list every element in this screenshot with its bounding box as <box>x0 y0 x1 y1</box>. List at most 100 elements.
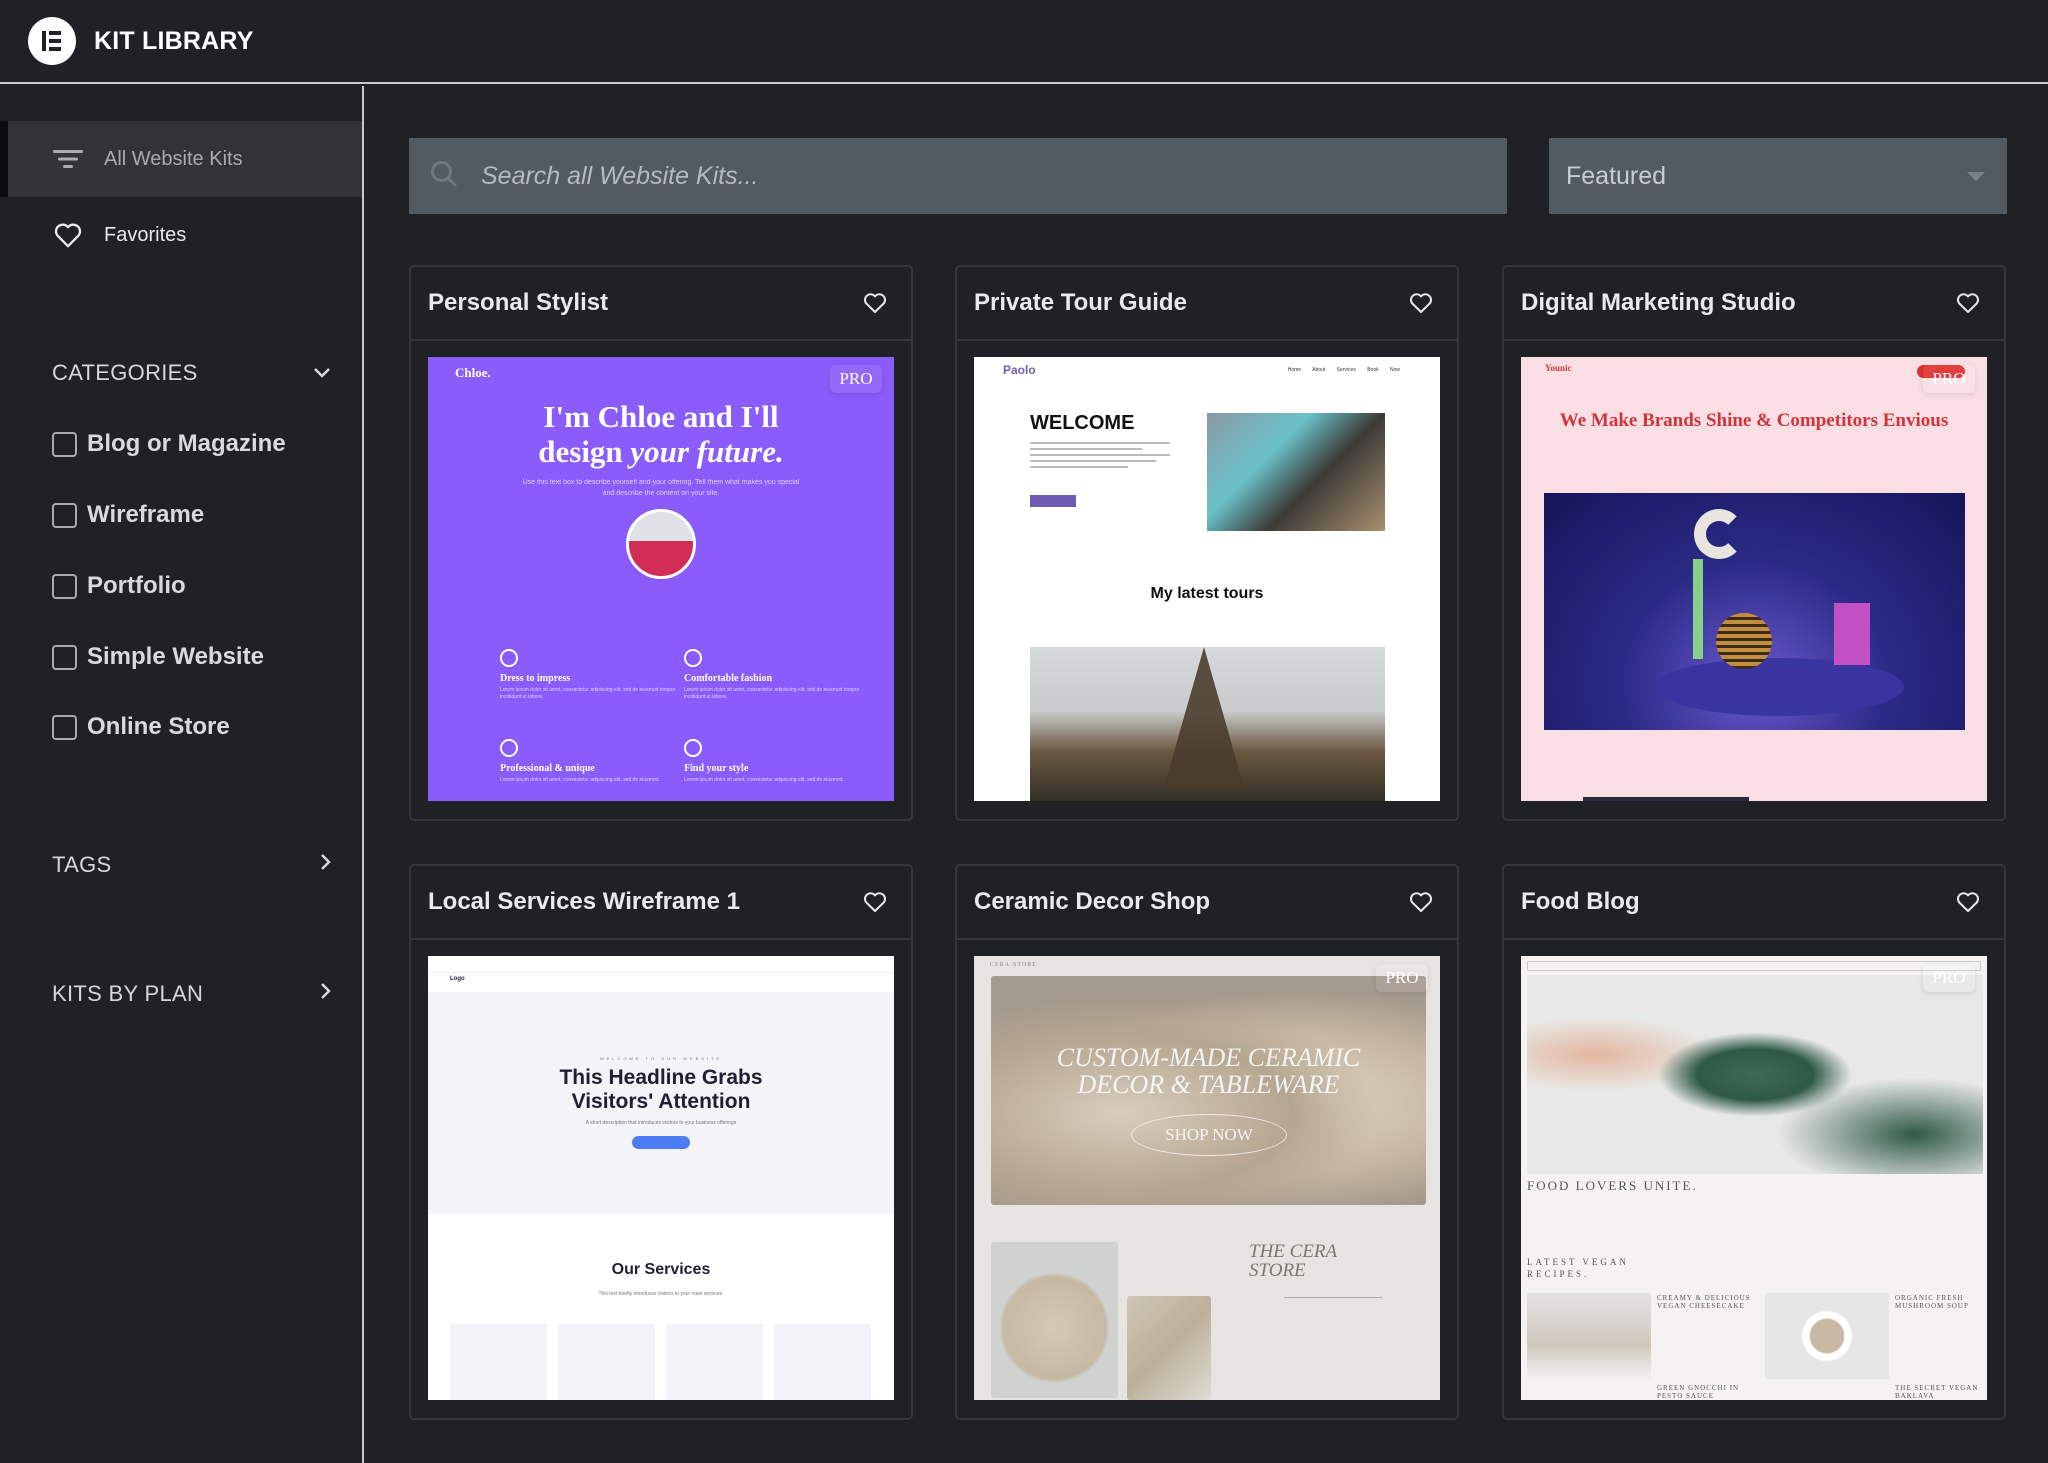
app-title: KIT LIBRARY <box>94 26 254 55</box>
preview-brand: Younic <box>1545 363 1572 373</box>
preview-headline-italic: your future. <box>630 434 784 469</box>
preview-headline-part: design <box>538 434 631 469</box>
category-wireframe[interactable]: Wireframe <box>52 501 204 529</box>
feature-title: Dress to impress <box>500 673 571 684</box>
sidebar-item-all-website-kits[interactable]: All Website Kits <box>0 121 362 197</box>
elementor-logo-icon <box>28 17 76 65</box>
favorite-heart-icon[interactable] <box>1409 891 1433 913</box>
kit-card-header: Ceramic Decor Shop <box>957 866 1457 940</box>
sort-dropdown[interactable]: Featured <box>1549 138 2007 214</box>
kit-title: Ceramic Decor Shop <box>974 888 1211 915</box>
heart-outline-icon <box>52 221 84 249</box>
preview-text-lines <box>1030 442 1170 472</box>
feature-title: Professional & unique <box>500 763 595 774</box>
preview-headline: FOOD LOVERS UNITE. <box>1527 1178 1698 1193</box>
preview-brand: CERA·STORE <box>990 962 1037 968</box>
preview-placeholder-box <box>666 1324 763 1400</box>
preview-cta: SHOP NOW <box>1131 1114 1287 1156</box>
preview-feature: Comfortable fashion Lorem ipsum dolor sit… <box>684 649 864 701</box>
favorite-heart-icon[interactable] <box>1956 292 1980 314</box>
checkbox[interactable] <box>52 644 77 670</box>
kit-card-header: Local Services Wireframe 1 <box>411 866 911 940</box>
category-label: Online Store <box>87 713 230 740</box>
kit-card[interactable]: Personal Stylist Chloe. I'm Chloe and I'… <box>409 265 913 821</box>
filter-lines-icon <box>52 145 84 173</box>
kit-title: Private Tour Guide <box>974 289 1187 316</box>
kit-card-header: Digital Marketing Studio <box>1504 267 2004 341</box>
category-label: Blog or Magazine <box>87 430 286 457</box>
favorite-heart-icon[interactable] <box>1956 891 1980 913</box>
kit-preview-image[interactable]: Paolo Home About Services Book Now WELCO… <box>974 357 1440 801</box>
preview-feature: Find your style Lorem ipsum dolor sit ame… <box>684 739 864 784</box>
search-input[interactable] <box>481 161 1381 191</box>
kit-preview-image[interactable]: Chloe. I'm Chloe and I'll design your fu… <box>428 357 894 801</box>
preview-section-title: Our Services <box>611 1261 711 1278</box>
category-portfolio[interactable]: Portfolio <box>52 572 186 600</box>
preview-button <box>1030 495 1076 507</box>
preview-kicker: WELCOME TO OUR WEBSITE <box>599 1056 723 1061</box>
search-bar <box>409 138 1507 214</box>
preview-placeholder-box <box>450 1324 547 1400</box>
pro-badge: PRO <box>1923 365 1975 393</box>
preview-photo <box>1527 1293 1651 1379</box>
preview-feature: Professional & unique Lorem ipsum dolor s… <box>500 739 680 784</box>
categories-toggle[interactable]: CATEGORIES <box>52 360 332 386</box>
preview-brand: Chloe. <box>455 365 491 380</box>
feature-title: Comfortable fashion <box>684 673 773 684</box>
sidebar-item-favorites[interactable]: Favorites <box>0 197 362 273</box>
kit-card[interactable]: Ceramic Decor Shop CERA·STORE CUSTOM-MAD… <box>955 864 1459 1420</box>
kit-card[interactable]: Local Services Wireframe 1 Logo WELCOME … <box>409 864 913 1420</box>
kit-preview-image[interactable]: CERA·STORE CUSTOM-MADE CERAMIC DECOR & T… <box>974 956 1440 1400</box>
kit-card[interactable]: Food Blog FOOD LOVERS UNITE. LATEST VEGA… <box>1502 864 2006 1420</box>
kit-card[interactable]: Digital Marketing Studio Younic We Make … <box>1502 265 2006 821</box>
categories-label: CATEGORIES <box>52 360 198 385</box>
kit-card-header: Private Tour Guide <box>957 267 1457 341</box>
checkbox[interactable] <box>52 714 77 740</box>
tags-toggle[interactable]: TAGS <box>52 852 332 878</box>
kit-title: Personal Stylist <box>428 289 609 316</box>
preview-3d-scene <box>1544 493 1965 730</box>
pro-badge: PRO <box>1923 964 1975 992</box>
pro-badge: PRO <box>830 365 882 393</box>
category-blog-or-magazine[interactable]: Blog or Magazine <box>52 430 286 458</box>
favorite-heart-icon[interactable] <box>863 292 887 314</box>
preview-brand: Paolo <box>1003 363 1036 377</box>
category-simple-website[interactable]: Simple Website <box>52 643 264 671</box>
kit-card[interactable]: Private Tour Guide Paolo Home About Serv… <box>955 265 1459 821</box>
checkbox[interactable] <box>52 502 77 528</box>
preview-headline-line1: I'm Chloe and I'll <box>543 399 779 434</box>
preview-section-title: LATEST VEGAN RECIPES. <box>1527 1257 1629 1279</box>
feature-title: Find your style <box>684 763 749 774</box>
preview-photo <box>1207 413 1385 531</box>
preview-headline: WELCOME <box>1030 412 1135 434</box>
kit-preview-image[interactable]: FOOD LOVERS UNITE. LATEST VEGAN RECIPES.… <box>1521 956 1987 1400</box>
favorite-heart-icon[interactable] <box>863 891 887 913</box>
preview-nav <box>1527 961 1981 971</box>
kit-preview-image[interactable]: Younic We Make Brands Shine & Competitor… <box>1521 357 1987 801</box>
preview-recipe-title: CREAMY & DELICIOUS VEGAN CHEESECAKE <box>1657 1294 1751 1310</box>
tags-label: TAGS <box>52 852 112 877</box>
preview-topline <box>428 956 894 973</box>
preview-headline-line2: design your future. <box>428 434 894 469</box>
kits-by-plan-toggle[interactable]: KITS BY PLAN <box>52 981 332 1007</box>
checkbox[interactable] <box>52 431 77 457</box>
chevron-right-icon <box>318 981 332 1007</box>
preview-hero-photo: CUSTOM-MADE CERAMIC DECOR & TABLEWARE SH… <box>991 976 1426 1205</box>
preview-photo <box>1127 1296 1211 1400</box>
favorite-heart-icon[interactable] <box>1409 292 1433 314</box>
checkbox[interactable] <box>52 573 77 599</box>
category-online-store[interactable]: Online Store <box>52 713 230 741</box>
preview-headline: I'm Chloe and I'll design your future. <box>428 399 894 469</box>
kit-title: Digital Marketing Studio <box>1521 289 1796 316</box>
kits-by-plan-label: KITS BY PLAN <box>52 981 204 1006</box>
caret-down-icon <box>1967 171 1985 181</box>
preview-section-title: THE CERA STORE <box>1249 1241 1337 1281</box>
preview-subtitle: Use this text box to describe yourself a… <box>522 479 800 497</box>
preview-section-desc: This text briefly introduces visitors to… <box>598 1291 724 1297</box>
search-icon <box>429 159 459 194</box>
preview-feature: Dress to impress Lorem ipsum dolor sit am… <box>500 649 680 701</box>
preview-bar <box>1583 797 1749 801</box>
preview-headline: CUSTOM-MADE CERAMIC DECOR & TABLEWARE <box>1056 1043 1361 1099</box>
kit-preview-image[interactable]: Logo WELCOME TO OUR WEBSITE This Headlin… <box>428 956 894 1400</box>
sort-selected-value: Featured <box>1566 161 1667 190</box>
